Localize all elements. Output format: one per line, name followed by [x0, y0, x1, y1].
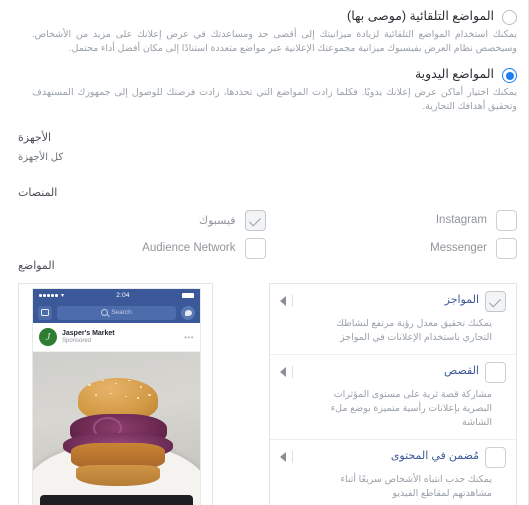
placement-item-instream-label[interactable]: مُضمن في المحتوى — [299, 449, 479, 464]
post-menu-icon[interactable]: ••• — [184, 333, 194, 342]
post-meta: Jasper's Market Sponsored — [62, 330, 179, 344]
camera-icon[interactable] — [38, 305, 52, 320]
wifi-icon: ▾ — [61, 293, 65, 299]
placement-item-feeds[interactable]: المواجز يمكنك تحقيق معدل رؤية مرتفع لنشا… — [270, 284, 516, 355]
battery-icon — [182, 293, 194, 298]
platform-instagram[interactable]: Instagram — [270, 206, 517, 234]
placement-item-stories-description: مشاركة قصة ثرية على مستوى المؤثرات البصر… — [330, 389, 492, 428]
placement-option-automatic-description: يمكنك استخدام المواضع التلقائية لزيادة م… — [32, 29, 517, 54]
devices-value[interactable]: كل الأجهزة — [18, 150, 63, 165]
phone-status-bar: ▾ 2:04 — [33, 289, 200, 302]
post-sponsored-label: Sponsored — [62, 338, 92, 344]
placement-item-stories-head[interactable]: القصص — [280, 362, 506, 383]
post-header: J Jasper's Market Sponsored ••• — [33, 323, 200, 352]
chevron-left-icon[interactable] — [280, 452, 286, 462]
placement-item-feeds-head[interactable]: المواجز — [280, 291, 506, 312]
platform-audience-network-label: Audience Network — [142, 242, 236, 254]
placement-option-manual-head[interactable]: المواضع اليدوية — [18, 66, 517, 83]
placement-item-stories-label[interactable]: القصص — [299, 364, 479, 379]
placement-option-automatic-label: المواضع التلقائية (موصى بها) — [347, 9, 494, 23]
facebook-navbar: Search — [33, 302, 200, 323]
placement-item-instream[interactable]: مُضمن في المحتوى يمكنك جذب انتباه الأشخا… — [270, 440, 516, 505]
checkbox-instream[interactable] — [485, 447, 506, 468]
checkbox-messenger[interactable] — [496, 237, 517, 259]
radio-automatic-placements[interactable] — [502, 10, 517, 25]
placements-panel: المواضع التلقائية (موصى بها) يمكنك استخد… — [0, 0, 529, 505]
placement-item-feeds-description: يمكنك تحقيق معدل رؤية مرتفع لنشاطك التجا… — [336, 318, 492, 343]
platform-audience-network[interactable]: Audience Network — [18, 234, 266, 262]
post-page-name: Jasper's Market — [62, 330, 115, 337]
checkbox-feeds[interactable] — [485, 291, 506, 312]
checkbox-instagram[interactable] — [496, 209, 517, 231]
placement-option-manual[interactable]: المواضع اليدوية يمكنك اختيار أماكن عرض إ… — [18, 66, 517, 114]
placement-option-manual-description: يمكنك اختيار أماكن عرض إعلانك يدويًا. فك… — [32, 87, 517, 112]
chevron-left-icon[interactable] — [280, 367, 286, 377]
item-divider — [292, 366, 293, 378]
checkbox-facebook[interactable] — [244, 209, 266, 231]
checkbox-audience-network[interactable] — [244, 237, 266, 259]
radio-manual-placements[interactable] — [502, 68, 517, 83]
status-bar-time: 2:04 — [116, 292, 130, 299]
search-icon — [101, 309, 109, 316]
ad-creative-image — [33, 352, 200, 505]
placement-option-automatic[interactable]: المواضع التلقائية (موصى بها) يمكنك استخد… — [18, 8, 517, 56]
platform-facebook-label: فيسبوك — [199, 214, 236, 227]
search-placeholder-text: Search — [111, 309, 132, 316]
burger-bun-bottom — [76, 465, 160, 487]
placement-option-manual-label: المواضع اليدوية — [414, 67, 494, 81]
placement-option-automatic-head[interactable]: المواضع التلقائية (موصى بها) — [18, 8, 517, 25]
placement-item-stories[interactable]: القصص مشاركة قصة ثرية على مستوى المؤثرات… — [270, 355, 516, 440]
signal-strength-icon: ▾ — [39, 292, 64, 299]
platforms-grid: Instagram فيسبوك Messenger Audience Netw… — [18, 206, 517, 262]
ad-preview-container: ▾ 2:04 Search J Jasper's Market Sponsore… — [18, 283, 213, 505]
chevron-left-icon[interactable] — [280, 296, 286, 306]
platform-messenger[interactable]: Messenger — [270, 234, 517, 262]
placements-list[interactable]: المواجز يمكنك تحقيق معدل رؤية مرتفع لنشا… — [269, 283, 517, 505]
search-bar[interactable]: Search — [57, 305, 176, 320]
table-shadow — [39, 494, 194, 505]
devices-section-title: الأجهزة — [18, 132, 52, 144]
checkbox-stories[interactable] — [485, 362, 506, 383]
messenger-icon[interactable] — [181, 305, 195, 320]
placement-item-feeds-label[interactable]: المواجز — [299, 293, 479, 308]
placements-section-title: المواضع — [18, 260, 55, 272]
placement-item-instream-description: يمكنك جذب انتباه الأشخاص سريعًا أثناء مش… — [340, 474, 492, 499]
item-divider — [292, 295, 293, 307]
phone-mockup: ▾ 2:04 Search J Jasper's Market Sponsore… — [33, 289, 200, 505]
platforms-section-title: المنصات — [18, 187, 58, 199]
avatar: J — [39, 328, 57, 346]
platform-messenger-label: Messenger — [430, 242, 487, 254]
platform-instagram-label: Instagram — [435, 214, 487, 226]
platform-facebook[interactable]: فيسبوك — [18, 206, 266, 234]
item-divider — [292, 451, 293, 463]
placement-item-instream-head[interactable]: مُضمن في المحتوى — [280, 447, 506, 468]
